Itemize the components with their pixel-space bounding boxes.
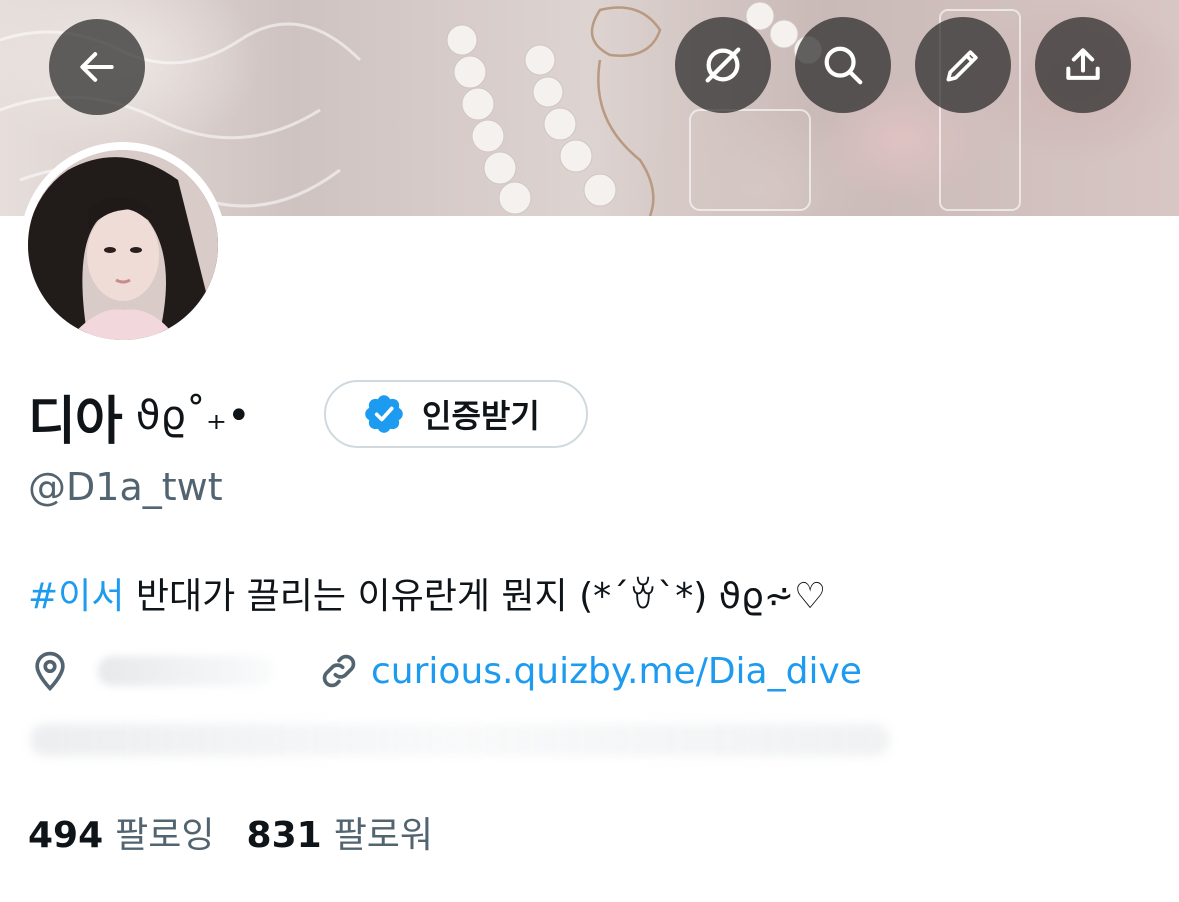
link-icon — [322, 654, 356, 688]
username-handle: @D1a_twt — [28, 465, 223, 509]
bio-text: 반대가 끌리는 이유란게 뭔지 (*´ꈊ`*) ϑϱ⩫♡ — [124, 576, 827, 617]
follow-stats: 494 팔로잉 831 팔로워 — [28, 806, 433, 858]
get-verified-button[interactable]: 인증받기 — [324, 380, 588, 448]
location-text-redacted — [98, 656, 273, 686]
following-count: 494 — [28, 815, 104, 856]
name-row: 디아 ϑϱ˚₊• — [28, 380, 251, 452]
profile-meta: curious.quizby.me/Dia_dive — [28, 643, 862, 699]
back-button[interactable] — [49, 19, 145, 115]
followers-label: 팔로워 — [333, 815, 434, 856]
circle-slash-icon — [705, 47, 741, 83]
edit-button[interactable] — [915, 17, 1011, 113]
verified-badge-icon — [365, 395, 403, 433]
following-label: 팔로잉 — [115, 815, 215, 856]
bio-hashtag[interactable]: #이서 — [28, 576, 124, 617]
block-toggle-button[interactable] — [675, 17, 771, 113]
followers-count: 831 — [246, 815, 322, 856]
name-decoration: ϑϱ˚₊• — [135, 393, 251, 439]
share-button[interactable] — [1035, 17, 1131, 113]
search-icon — [824, 46, 863, 85]
back-arrow-icon — [80, 52, 114, 82]
location-pin-icon — [35, 651, 65, 692]
followers-link[interactable]: 831 팔로워 — [247, 806, 434, 858]
search-button[interactable] — [795, 17, 891, 113]
following-link[interactable]: 494 팔로잉 — [28, 806, 215, 858]
pencil-icon — [946, 50, 978, 82]
avatar-image — [28, 150, 218, 340]
joined-date-redacted — [30, 724, 890, 756]
profile-bio: #이서 반대가 끌리는 이유란게 뭔지 (*´ꈊ`*) ϑϱ⩫♡ — [28, 567, 826, 619]
profile-website-link[interactable]: curious.quizby.me/Dia_dive — [371, 651, 862, 692]
get-verified-label: 인증받기 — [422, 397, 540, 435]
display-name: 디아 — [28, 391, 123, 452]
share-icon — [1066, 48, 1100, 80]
avatar[interactable] — [20, 142, 226, 348]
